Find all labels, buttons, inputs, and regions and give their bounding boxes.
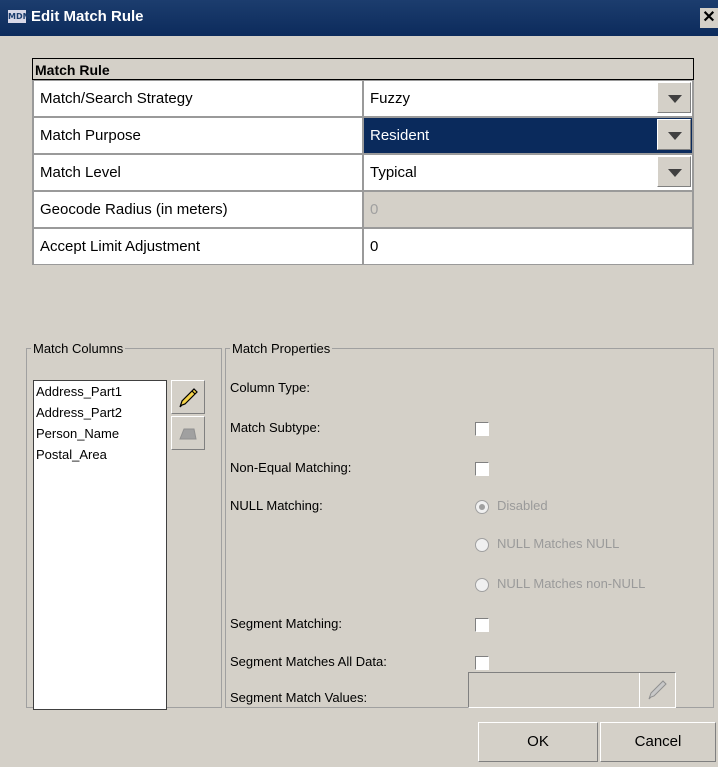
list-item[interactable]: Address_Part2 [34,402,166,423]
list-item[interactable]: Postal_Area [34,444,166,465]
window-title: Edit Match Rule [31,8,144,25]
geocode-field: 0 [363,191,693,228]
strategy-value: Fuzzy [370,90,411,107]
pencil-icon [648,680,667,700]
chevron-down-icon[interactable] [657,156,691,187]
null-matches-null-radio [475,538,489,552]
edit-column-button[interactable] [171,380,205,414]
null-matching-label: NULL Matching: [230,498,323,513]
purpose-value: Resident [370,127,430,144]
accept-limit-field[interactable]: 0 [363,228,693,265]
strategy-label: Match/Search Strategy [33,80,363,117]
purpose-label: Match Purpose [33,117,363,154]
null-disabled-label: Disabled [497,498,548,513]
strategy-dropdown[interactable]: Fuzzy [363,80,693,117]
cancel-button[interactable]: Cancel [600,722,716,762]
match-subtype-checkbox[interactable] [475,422,489,436]
column-type-label: Column Type: [230,380,310,395]
null-disabled-radio [475,500,489,514]
chevron-down-icon[interactable] [657,119,691,150]
chevron-down-icon[interactable] [657,82,691,113]
delete-column-button[interactable] [171,416,205,450]
list-item[interactable]: Person_Name [34,423,166,444]
rule-row-purpose: Match Purpose Resident [32,117,694,154]
close-button[interactable]: ✕ [700,8,718,28]
segment-matching-checkbox[interactable] [475,618,489,632]
segment-matching-label: Segment Matching: [230,616,343,631]
segment-values-field [468,672,676,708]
accept-limit-label: Accept Limit Adjustment [33,228,363,265]
rule-row-geocode: Geocode Radius (in meters) 0 [32,191,694,228]
match-columns-legend: Match Columns [33,341,124,356]
title-bar: MDM Edit Match Rule ✕ [0,0,718,36]
null-matches-non-null-radio [475,578,489,592]
rule-row-accept-limit: Accept Limit Adjustment 0 [32,228,694,265]
eraser-icon [179,428,197,440]
rule-row-strategy: Match/Search Strategy Fuzzy [32,80,694,117]
match-properties-legend: Match Properties [232,341,331,356]
edit-segment-values-button [639,673,675,707]
rule-row-level: Match Level Typical [32,154,694,191]
geocode-label: Geocode Radius (in meters) [33,191,363,228]
app-icon: MDM [8,10,31,23]
non-equal-label: Non-Equal Matching: [230,460,352,475]
match-columns-list[interactable]: Address_Part1 Address_Part2 Person_Name … [33,380,167,710]
level-label: Match Level [33,154,363,191]
match-rule-table: Match Rule Match/Search Strategy Fuzzy M… [32,58,694,265]
null-matches-non-null-label: NULL Matches non-NULL [497,576,646,591]
ok-button[interactable]: OK [478,722,598,762]
segment-all-checkbox[interactable] [475,656,489,670]
match-properties-group: Match Properties Column Type: Match Subt… [225,341,714,708]
match-columns-group: Match Columns Address_Part1 Address_Part… [26,341,222,710]
segment-values-label: Segment Match Values: [230,690,368,705]
level-value: Typical [370,164,417,181]
level-dropdown[interactable]: Typical [363,154,693,191]
pencil-icon [179,388,198,408]
segment-all-label: Segment Matches All Data: [230,654,387,669]
close-icon: ✕ [702,9,716,26]
list-item[interactable]: Address_Part1 [34,381,166,402]
non-equal-checkbox[interactable] [475,462,489,476]
match-subtype-label: Match Subtype: [230,420,321,435]
purpose-dropdown[interactable]: Resident [363,117,693,154]
match-rule-header: Match Rule [32,58,694,80]
null-matches-null-label: NULL Matches NULL [497,536,620,551]
